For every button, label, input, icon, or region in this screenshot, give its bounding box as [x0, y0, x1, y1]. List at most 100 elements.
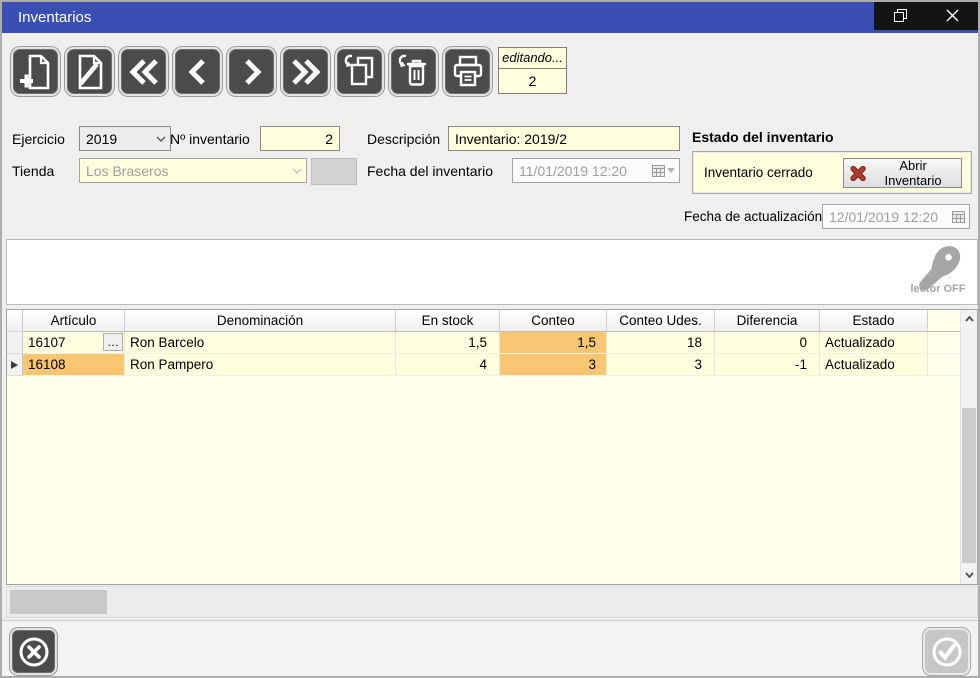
editing-record-number: 2 [498, 69, 567, 94]
ejercicio-value: 2019 [86, 131, 117, 147]
scanner-panel: lector OFF [6, 239, 978, 305]
editing-badge: editando... 2 [498, 47, 567, 94]
abrir-inventario-label: Abrir Inventario [871, 158, 955, 188]
fecha-inventario-input[interactable]: 11/01/2019 12:20 [512, 158, 680, 183]
red-x-icon [850, 165, 866, 182]
cell-estado[interactable]: Actualizado [820, 354, 928, 376]
column-header-articulo[interactable]: Artículo [23, 310, 125, 332]
cell-articulo[interactable]: 16108 [23, 354, 125, 376]
descripcion-label: Descripción [367, 131, 440, 147]
titlebar: Inventarios [2, 2, 978, 33]
copy-record-button[interactable] [335, 47, 384, 96]
cancel-button[interactable] [10, 628, 57, 675]
cell-denominacion[interactable]: Ron Barcelo [125, 332, 396, 354]
cell-diferencia[interactable]: 0 [715, 332, 820, 354]
column-header-conteo[interactable]: Conteo [500, 310, 607, 332]
inventory-grid: Artículo Denominación En stock Conteo Co… [6, 309, 978, 585]
estado-inventario-group: Inventario cerrado Abrir Inventario [692, 151, 972, 194]
edit-record-button[interactable] [65, 47, 114, 96]
calendar-icon [652, 165, 665, 177]
vertical-scrollbar-thumb[interactable] [962, 408, 976, 563]
estado-inventario-heading: Estado del inventario [692, 129, 834, 145]
print-icon [448, 52, 488, 92]
grid-empty-area [7, 376, 977, 584]
fecha-actualizacion-label: Fecha de actualización [684, 209, 822, 224]
num-inventario-label: Nº inventario [170, 131, 250, 147]
restore-icon [893, 8, 908, 23]
scroll-down-arrow-icon[interactable] [961, 568, 977, 582]
abrir-inventario-button[interactable]: Abrir Inventario [843, 158, 962, 188]
column-header-conteo-udes[interactable]: Conteo Udes. [607, 310, 715, 332]
num-inventario-input[interactable] [260, 126, 340, 151]
close-window-button[interactable] [935, 2, 969, 28]
circled-x-icon [14, 632, 54, 672]
new-record-button[interactable] [11, 47, 60, 96]
chevron-left-icon [178, 52, 218, 92]
chevron-right-icon [232, 52, 272, 92]
column-header-estado[interactable]: Estado [820, 310, 928, 332]
double-chevron-right-icon [286, 52, 326, 92]
document-add-icon [16, 52, 56, 92]
descripcion-input[interactable] [448, 126, 680, 151]
scanner-status[interactable]: lector OFF [905, 241, 971, 303]
restore-button[interactable] [883, 2, 917, 28]
cell-en-stock[interactable]: 4 [396, 354, 500, 376]
column-header-en-stock[interactable]: En stock [396, 310, 500, 332]
row-arrow-icon [11, 361, 18, 369]
chevron-down-icon [667, 168, 675, 173]
last-record-button[interactable] [281, 47, 330, 96]
bottom-bar [2, 620, 978, 676]
tienda-action-button[interactable] [311, 158, 357, 185]
ejercicio-select[interactable]: 2019 [79, 126, 171, 151]
toolbar [11, 47, 492, 96]
ejercicio-label: Ejercicio [12, 131, 65, 147]
previous-record-button[interactable] [173, 47, 222, 96]
cell-conteo-udes[interactable]: 18 [607, 332, 715, 354]
vertical-scrollbar[interactable] [960, 310, 977, 584]
horizontal-scrollbar[interactable] [6, 586, 978, 618]
inventarios-window: Inventarios [0, 0, 980, 678]
row-indicator[interactable] [7, 332, 23, 354]
fecha-actualizacion-input[interactable]: 12/01/2019 12:20 [822, 204, 970, 229]
double-chevron-left-icon [124, 52, 164, 92]
table-row: 16107 … Ron Barcelo 1,5 1,5 18 0 Actuali… [7, 332, 977, 354]
tienda-select[interactable]: Los Braseros [79, 158, 307, 183]
fecha-actualizacion-value: 12/01/2019 12:20 [829, 209, 938, 225]
cell-denominacion[interactable]: Ron Pampero [125, 354, 396, 376]
tienda-value: Los Braseros [86, 163, 168, 179]
tienda-label: Tienda [12, 163, 54, 179]
horizontal-scrollbar-thumb[interactable] [10, 590, 107, 614]
column-header-denominacion[interactable]: Denominación [125, 310, 396, 332]
chevron-down-icon [288, 159, 306, 182]
scroll-up-arrow-icon[interactable] [961, 312, 977, 326]
editing-status-label: editando... [498, 47, 567, 69]
scanner-label: lector OFF [910, 283, 965, 295]
first-record-button[interactable] [119, 47, 168, 96]
chevron-down-icon [152, 127, 170, 150]
delete-icon [394, 52, 434, 92]
calendar-icon [952, 211, 965, 223]
next-record-button[interactable] [227, 47, 276, 96]
fecha-inventario-label: Fecha del inventario [367, 163, 493, 179]
print-button[interactable] [443, 47, 492, 96]
current-row-indicator[interactable] [7, 354, 23, 376]
cell-articulo[interactable]: 16107 … [23, 332, 125, 354]
fecha-inventario-value: 11/01/2019 12:20 [519, 163, 627, 179]
window-controls [874, 0, 978, 30]
cell-en-stock[interactable]: 1,5 [396, 332, 500, 354]
ellipsis-button[interactable]: … [103, 333, 123, 351]
cell-estado[interactable]: Actualizado [820, 332, 928, 354]
delete-record-button[interactable] [389, 47, 438, 96]
row-indicator-header [7, 310, 23, 332]
grid-header: Artículo Denominación En stock Conteo Co… [7, 310, 977, 332]
circled-check-icon [927, 632, 967, 672]
copy-icon [340, 52, 380, 92]
estado-status-text: Inventario cerrado [704, 165, 813, 180]
accept-button[interactable] [923, 628, 970, 675]
column-header-diferencia[interactable]: Diferencia [715, 310, 820, 332]
cell-conteo[interactable]: 3 [500, 354, 607, 376]
cell-conteo[interactable]: 1,5 [500, 332, 607, 354]
cell-conteo-udes[interactable]: 3 [607, 354, 715, 376]
table-row: 16108 Ron Pampero 4 3 3 -1 Actualizado [7, 354, 977, 376]
cell-diferencia[interactable]: -1 [715, 354, 820, 376]
